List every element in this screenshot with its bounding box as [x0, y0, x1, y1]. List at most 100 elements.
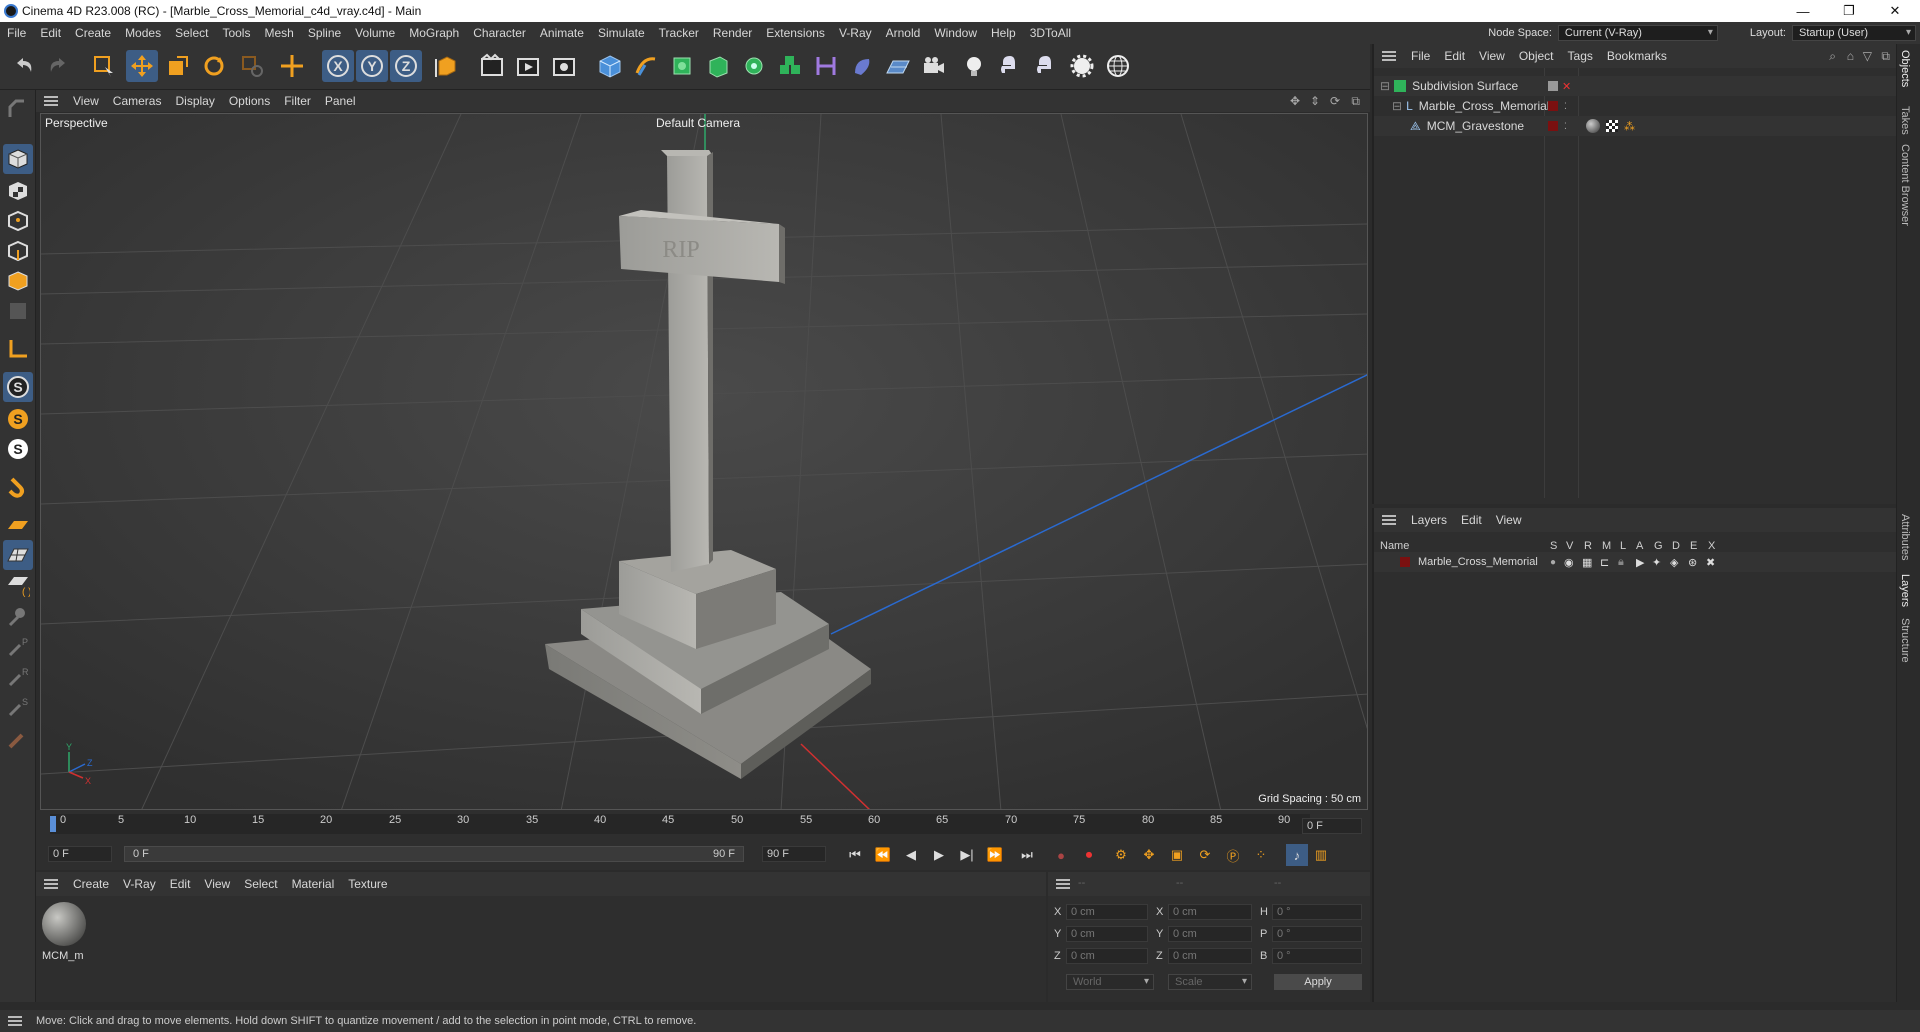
light-icon[interactable] [958, 50, 990, 82]
object-row-subdivision-surface[interactable]: ⊟ Subdivision Surface ✕ [1374, 76, 1898, 96]
deformer-icon[interactable] [810, 50, 842, 82]
sculpt-icon[interactable] [3, 724, 33, 754]
apply-button[interactable]: Apply [1274, 974, 1362, 990]
points-mode-icon[interactable] [3, 206, 33, 236]
menu-tools[interactable]: Tools [215, 26, 257, 40]
layer-xrefs-icon[interactable]: ✖ [1706, 556, 1715, 569]
object-name[interactable]: MCM_Gravestone [1427, 119, 1524, 133]
material-menu-select[interactable]: Select [237, 877, 284, 891]
pen-spline-icon[interactable] [630, 50, 662, 82]
viewport-menu-icon[interactable] [44, 96, 58, 106]
tab-structure[interactable]: Structure [1899, 618, 1911, 663]
menu-file[interactable]: File [0, 26, 33, 40]
tab-attributes[interactable]: Attributes [1899, 514, 1911, 560]
python-generator-icon[interactable] [1030, 50, 1062, 82]
texture-mode-icon[interactable] [3, 176, 33, 206]
redo-icon[interactable] [42, 50, 74, 82]
previous-key-icon[interactable]: ⏪ [872, 844, 894, 866]
move-tool-icon[interactable] [126, 50, 158, 82]
object-name[interactable]: Subdivision Surface [1412, 79, 1518, 93]
go-to-start-icon[interactable]: ⏮ [844, 844, 866, 866]
coord-space-select[interactable]: World [1066, 974, 1154, 990]
render-view-icon[interactable] [476, 50, 508, 82]
layer-animation-icon[interactable]: ▶ [1636, 556, 1644, 569]
material-preview-swatch[interactable] [42, 902, 86, 946]
object-menu-bookmarks[interactable]: Bookmarks [1600, 49, 1674, 63]
layer-lock-icon[interactable]: 🔒︎ [1618, 556, 1624, 569]
frame-range-slider[interactable]: 0 F 90 F [124, 846, 744, 862]
layer-row[interactable]: Marble_Cross_Memorial ● ◉ ▦ ⊏ 🔒︎ ▶ ✦ ◈ ⊛… [1374, 552, 1898, 572]
snap-icon[interactable]: S [3, 372, 33, 402]
globe-icon[interactable] [1102, 50, 1134, 82]
autokey-icon[interactable]: ⏺ [1078, 844, 1100, 866]
menu-mograph[interactable]: MoGraph [402, 26, 466, 40]
camera-icon[interactable] [918, 50, 950, 82]
coord-x-position[interactable]: 0 cm [1066, 904, 1148, 920]
menu-tracker[interactable]: Tracker [652, 26, 706, 40]
start-frame-field[interactable]: 0 F [48, 846, 112, 862]
uvw-tag-icon[interactable] [1606, 120, 1618, 132]
menu-window[interactable]: Window [927, 26, 984, 40]
paint-icon[interactable]: P [3, 632, 33, 662]
menu-create[interactable]: Create [68, 26, 118, 40]
object-menu-object[interactable]: Object [1512, 49, 1561, 63]
menu-mesh[interactable]: Mesh [257, 26, 300, 40]
object-menu-tags[interactable]: Tags [1561, 49, 1600, 63]
scale-tool-icon[interactable] [162, 50, 194, 82]
material-name[interactable]: MCM_m [42, 950, 84, 962]
vray-tag-icon[interactable]: ⁂ [1624, 120, 1635, 133]
menu-simulate[interactable]: Simulate [591, 26, 652, 40]
object-home-icon[interactable]: ⌂ [1847, 49, 1854, 63]
live-selection-icon[interactable] [88, 50, 120, 82]
menu-vray[interactable]: V-Ray [832, 26, 879, 40]
material-menu-vray[interactable]: V-Ray [116, 877, 163, 891]
coord-z-size[interactable]: 0 cm [1168, 948, 1252, 964]
viewport-menu-cameras[interactable]: Cameras [106, 94, 169, 108]
object-search-icon[interactable]: ⌕ [1829, 49, 1836, 64]
recent-tool-icon[interactable] [236, 50, 268, 82]
minimize-button[interactable]: — [1780, 0, 1826, 22]
next-key-icon[interactable]: ⏩ [984, 844, 1006, 866]
step-forward-icon[interactable]: ▶| [956, 844, 978, 866]
polygons-mode-icon[interactable] [3, 266, 33, 296]
viewport-menu-options[interactable]: Options [222, 94, 277, 108]
workplane-icon[interactable] [3, 510, 33, 540]
viewport-menu-view[interactable]: View [66, 94, 106, 108]
menu-spline[interactable]: Spline [301, 26, 348, 40]
menu-volume[interactable]: Volume [348, 26, 402, 40]
layer-name[interactable]: Marble_Cross_Memorial [1418, 556, 1538, 568]
layer-view-icon[interactable]: ◉ [1564, 556, 1574, 569]
object-menu-icon[interactable] [1382, 51, 1396, 61]
layer-generators-icon[interactable]: ✦ [1652, 556, 1661, 569]
axis-mode-icon[interactable] [3, 334, 33, 364]
timeline-ruler[interactable] [50, 814, 1310, 834]
menu-character[interactable]: Character [466, 26, 533, 40]
tab-content-browser[interactable]: Content Browser [1899, 144, 1911, 226]
material-menu-create[interactable]: Create [66, 877, 116, 891]
object-new-window-icon[interactable]: ⧉ [1881, 49, 1890, 64]
magnet-icon[interactable] [3, 472, 33, 502]
object-name[interactable]: Marble_Cross_Memorial [1419, 99, 1550, 113]
object-row-mcm-gravestone[interactable]: ⟁ MCM_Gravestone ⁚ ⁂ [1374, 116, 1898, 136]
model-mode-icon[interactable] [3, 144, 33, 174]
python-icon[interactable] [994, 50, 1026, 82]
object-menu-edit[interactable]: Edit [1437, 49, 1472, 63]
make-editable-icon[interactable] [3, 94, 33, 124]
material-menu-edit[interactable]: Edit [163, 877, 198, 891]
viewport-menu-filter[interactable]: Filter [277, 94, 318, 108]
key-scale-icon[interactable]: ▣ [1166, 844, 1188, 866]
menu-animate[interactable]: Animate [533, 26, 591, 40]
layer-solo-icon[interactable]: ● [1550, 557, 1556, 568]
tweak-icon[interactable] [3, 602, 33, 632]
viewport-menu-display[interactable]: Display [168, 94, 221, 108]
close-button[interactable]: ✕ [1872, 0, 1918, 22]
object-row-marble-cross-memorial[interactable]: ⊟ L Marble_Cross_Memorial ⁚ [1374, 96, 1898, 116]
menu-render[interactable]: Render [706, 26, 759, 40]
layer-color-swatch[interactable] [1548, 121, 1558, 131]
layer-deformers-icon[interactable]: ◈ [1670, 556, 1678, 569]
coordinate-system-icon[interactable] [430, 50, 462, 82]
visibility-dots-icon[interactable]: ⁚ [1564, 101, 1567, 112]
y-axis-lock-icon[interactable]: Y [356, 50, 388, 82]
mograph-cloner-icon[interactable] [738, 50, 770, 82]
layer-render-icon[interactable]: ▦ [1582, 556, 1592, 569]
